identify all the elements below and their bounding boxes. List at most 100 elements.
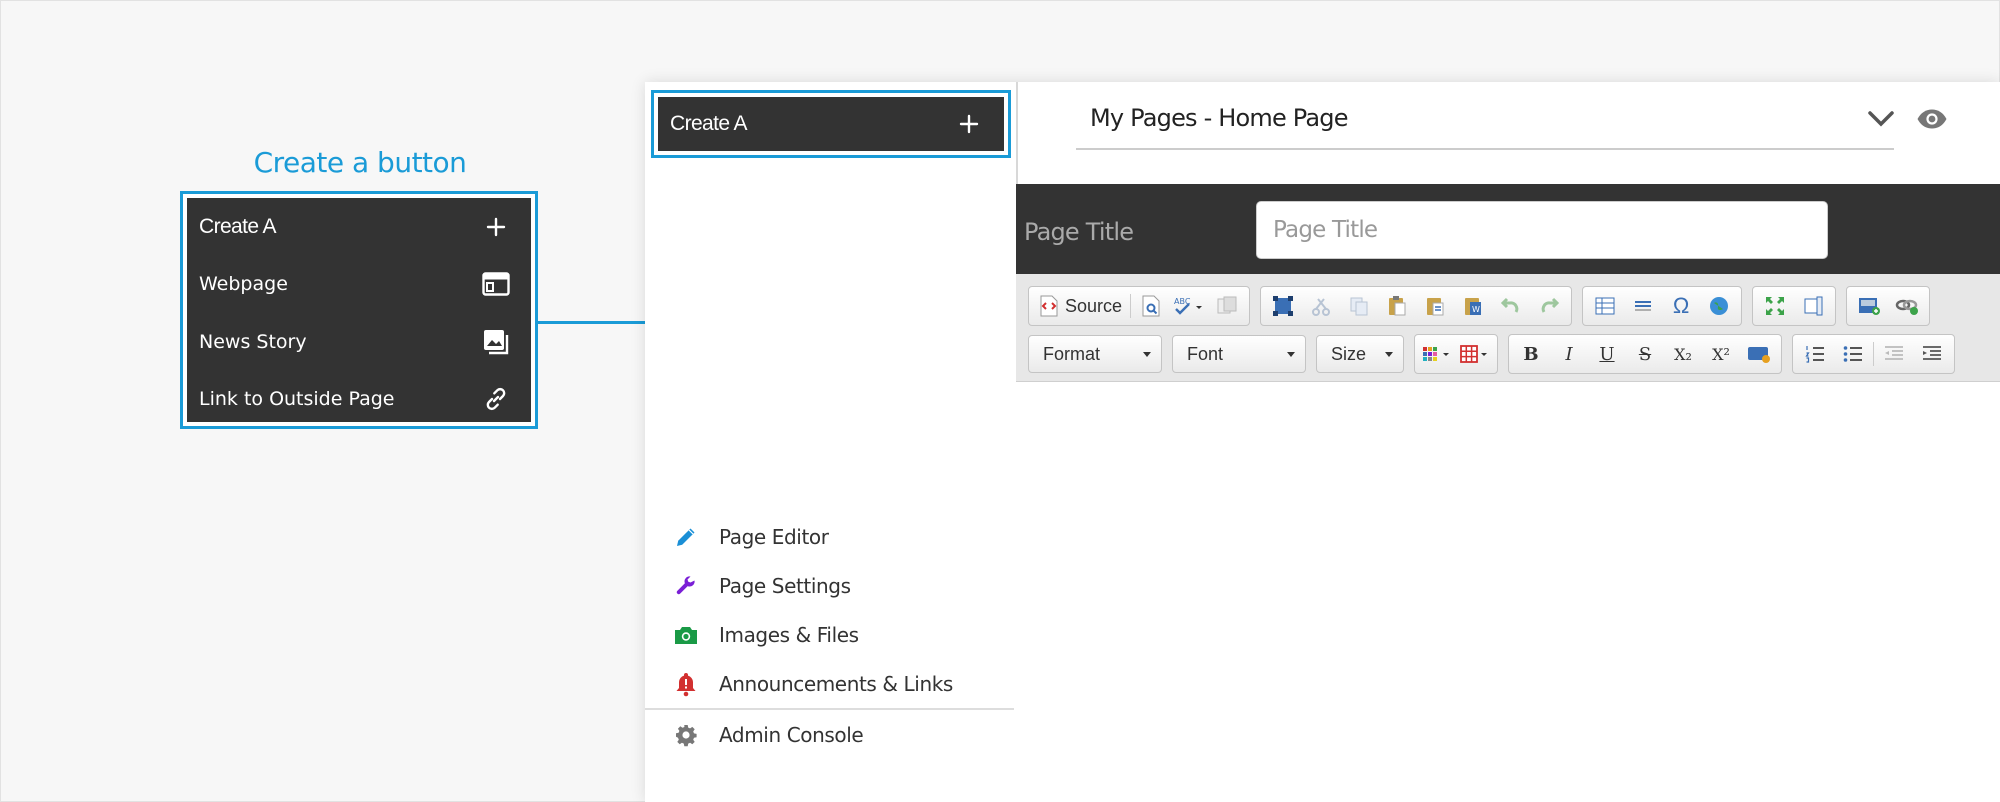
editor-toolbar: Source ABC W Ω Format Font Size B I U S … <box>1016 274 2000 382</box>
italic-button[interactable]: I <box>1551 338 1587 370</box>
pencil-icon <box>671 522 701 552</box>
dropdown-item-link-outside[interactable]: Link to Outside Page <box>187 371 531 429</box>
indent-button[interactable] <box>1914 338 1950 370</box>
redo-button[interactable] <box>1531 290 1567 322</box>
insert-link-button[interactable] <box>1889 290 1925 322</box>
toolbar-row-2: Format Font Size B I U S X₂ X² <box>1028 334 1955 374</box>
undo-button[interactable] <box>1493 290 1529 322</box>
page-select[interactable]: My Pages - Home Page <box>1076 96 1894 150</box>
preview-icon <box>1142 295 1160 317</box>
page-select-value: My Pages - Home Page <box>1090 104 1348 132</box>
sidebar-item-images-files[interactable]: Images & Files <box>645 610 1014 659</box>
gear-icon <box>671 720 701 750</box>
superscript-button[interactable]: X² <box>1703 338 1739 370</box>
toolbar-group-lists <box>1792 334 1955 374</box>
font-select[interactable]: Font <box>1172 335 1306 373</box>
redo-icon <box>1541 297 1560 313</box>
page-title-input[interactable] <box>1256 201 1828 259</box>
horizontal-rule-icon <box>1635 301 1652 311</box>
select-all-button[interactable] <box>1265 290 1301 322</box>
italic-icon: I <box>1565 343 1573 365</box>
toolbar-group-document: Source ABC <box>1028 286 1251 326</box>
undo-icon <box>1500 297 1519 313</box>
link-icon <box>481 384 511 414</box>
sidebar-item-page-settings[interactable]: Page Settings <box>645 561 1014 610</box>
insert-image-button[interactable] <box>1851 290 1887 322</box>
sidebar-item-label: Page Editor <box>719 524 829 549</box>
size-select-label: Size <box>1331 343 1367 364</box>
globe-icon <box>1710 297 1729 315</box>
bulleted-list-button[interactable] <box>1835 338 1871 370</box>
subscript-icon: X₂ <box>1674 344 1692 364</box>
strikethrough-button[interactable]: S <box>1627 338 1663 370</box>
paste-word-button[interactable]: W <box>1455 290 1491 322</box>
cut-button[interactable] <box>1303 290 1339 322</box>
dropdown-item-label: Link to Outside Page <box>199 388 395 411</box>
outdent-icon <box>1885 346 1903 360</box>
templates-button[interactable] <box>1209 290 1245 322</box>
bold-button[interactable]: B <box>1513 338 1549 370</box>
create-button-highlight: Create A <box>651 90 1011 158</box>
paste-text-button[interactable] <box>1417 290 1453 322</box>
main-content: My Pages - Home Page Page Title Source <box>1016 82 2000 802</box>
dropdown-item-news-story[interactable]: News Story <box>187 313 531 371</box>
background-color-button[interactable] <box>1457 338 1493 370</box>
scissors-icon <box>1312 298 1331 316</box>
sidebar-item-page-editor[interactable]: Page Editor <box>645 512 1014 561</box>
editor-content-area[interactable] <box>1016 382 2000 802</box>
sidebar-nav: Page Editor Page Settings Images & Files… <box>645 512 1014 759</box>
chevron-down-icon[interactable] <box>1864 104 1898 134</box>
dropdown-item-label: Webpage <box>199 273 288 296</box>
annotation-title: Create a button <box>253 146 467 179</box>
caret-down-icon <box>1385 351 1393 357</box>
source-button-label: Source <box>1065 295 1123 316</box>
special-char-button[interactable]: Ω <box>1663 290 1699 322</box>
toolbar-group-media <box>1846 286 1931 326</box>
sidebar-item-label: Images & Files <box>719 622 859 647</box>
text-color-button[interactable] <box>1419 338 1455 370</box>
dropdown-header-create[interactable]: Create A <box>187 198 531 256</box>
superscript-icon: X² <box>1712 344 1730 364</box>
sidebar: Create A Page Editor Page Settings Image… <box>645 82 1018 802</box>
table-button[interactable] <box>1587 290 1623 322</box>
create-a-button[interactable]: Create A <box>658 97 1004 151</box>
toolbar-group-clipboard: W <box>1260 286 1573 326</box>
show-blocks-button[interactable] <box>1795 290 1831 322</box>
dropdown-item-webpage[interactable]: Webpage <box>187 256 531 314</box>
camera-icon <box>671 620 701 650</box>
sidebar-item-admin-console[interactable]: Admin Console <box>645 710 1014 759</box>
subscript-button[interactable]: X₂ <box>1665 338 1701 370</box>
horizontal-rule-button[interactable] <box>1625 290 1661 322</box>
underline-button[interactable]: U <box>1589 338 1625 370</box>
show-blocks-icon <box>1804 296 1823 316</box>
webpage-icon <box>481 269 511 299</box>
numbered-list-icon <box>1805 346 1824 363</box>
sidebar-item-announcements-links[interactable]: Announcements & Links <box>645 659 1014 708</box>
templates-icon <box>1217 296 1237 314</box>
remove-format-button[interactable] <box>1741 338 1777 370</box>
omega-icon: Ω <box>1672 293 1690 318</box>
toolbar-separator <box>1130 294 1132 318</box>
iframe-button[interactable] <box>1701 290 1737 322</box>
toolbar-group-color <box>1414 334 1498 374</box>
eye-icon[interactable] <box>1914 104 1950 134</box>
chain-link-icon <box>1895 299 1919 315</box>
source-button[interactable]: Source <box>1033 290 1128 322</box>
maximize-button[interactable] <box>1757 290 1793 322</box>
spellcheck-button[interactable]: ABC <box>1171 290 1207 322</box>
strikethrough-icon: S <box>1638 343 1652 365</box>
paste-word-icon: W <box>1465 298 1482 315</box>
underline-icon: U <box>1599 343 1615 365</box>
outdent-button[interactable] <box>1876 338 1912 370</box>
dropdown-header-label: Create A <box>199 214 277 238</box>
grid-color-icon <box>1460 345 1487 363</box>
numbered-list-button[interactable] <box>1797 338 1833 370</box>
plus-icon <box>954 109 984 139</box>
size-select[interactable]: Size <box>1316 335 1404 373</box>
paste-button[interactable] <box>1379 290 1415 322</box>
app-window: Create A Page Editor Page Settings Image… <box>645 82 2000 802</box>
format-select[interactable]: Format <box>1028 335 1162 373</box>
preview-button[interactable] <box>1133 290 1169 322</box>
copy-button[interactable] <box>1341 290 1377 322</box>
caret-down-icon <box>1143 351 1151 357</box>
